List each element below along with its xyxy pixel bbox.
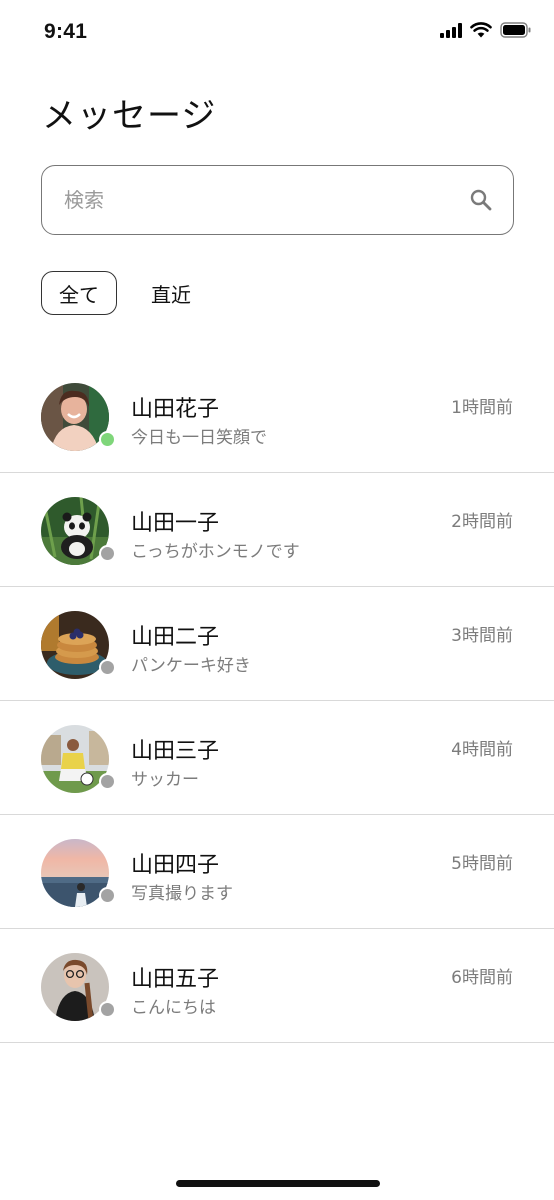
status-icons: [440, 22, 532, 38]
offline-status-dot: [99, 659, 116, 676]
tab-recent[interactable]: 直近: [134, 271, 208, 315]
contact-name: 山田二子: [131, 625, 220, 650]
online-status-dot: [99, 431, 116, 448]
avatar-container: [41, 611, 116, 679]
tab-all[interactable]: 全て: [41, 271, 117, 315]
message-time: 5時間前: [451, 854, 513, 874]
message-time: 4時間前: [451, 740, 513, 760]
avatar-container: [41, 953, 116, 1021]
search-box[interactable]: [41, 165, 514, 235]
contact-name: 山田三子: [131, 739, 220, 764]
message-row[interactable]: 山田一子 こっちがホンモノです 2時間前: [0, 473, 554, 587]
offline-status-dot: [99, 1001, 116, 1018]
message-row[interactable]: 山田五子 こんにちは 6時間前: [0, 929, 554, 1043]
message-list: 山田花子 今日も一日笑顔で 1時間前 山田一子 こっちがホンモノです 2時間前 …: [0, 359, 554, 1043]
avatar-container: [41, 383, 116, 451]
message-preview: 写真撮ります: [131, 884, 233, 904]
battery-icon: [500, 22, 531, 38]
message-time: 6時間前: [451, 968, 513, 988]
message-preview: パンケーキ好き: [131, 656, 251, 676]
message-time: 3時間前: [451, 626, 513, 646]
contact-name: 山田一子: [131, 511, 220, 536]
message-row[interactable]: 山田二子 パンケーキ好き 3時間前: [0, 587, 554, 701]
cellular-signal-icon: [440, 22, 462, 38]
filter-tabs: 全て 直近: [41, 271, 208, 315]
message-row[interactable]: 山田花子 今日も一日笑顔で 1時間前: [0, 359, 554, 473]
home-indicator[interactable]: [176, 1180, 380, 1187]
avatar-container: [41, 725, 116, 793]
contact-name: 山田花子: [131, 397, 220, 422]
avatar-container: [41, 497, 116, 565]
offline-status-dot: [99, 545, 116, 562]
message-preview: 今日も一日笑顔で: [131, 428, 267, 448]
search-icon[interactable]: [469, 188, 493, 212]
message-row[interactable]: 山田四子 写真撮ります 5時間前: [0, 815, 554, 929]
messages-screen: 9:41 メッセージ 全て 直近: [0, 0, 554, 1200]
contact-name: 山田五子: [131, 967, 220, 992]
page-title: メッセージ: [42, 96, 217, 136]
search-input[interactable]: [64, 188, 444, 212]
message-time: 1時間前: [451, 398, 513, 418]
offline-status-dot: [99, 773, 116, 790]
message-time: 2時間前: [451, 512, 513, 532]
wifi-icon: [470, 22, 492, 38]
message-preview: サッカー: [131, 770, 199, 790]
offline-status-dot: [99, 887, 116, 904]
avatar-container: [41, 839, 116, 907]
message-row[interactable]: 山田三子 サッカー 4時間前: [0, 701, 554, 815]
contact-name: 山田四子: [131, 853, 220, 878]
message-preview: こっちがホンモノです: [131, 542, 300, 562]
status-bar: 9:41: [0, 0, 554, 64]
message-preview: こんにちは: [131, 998, 216, 1018]
status-time: 9:41: [44, 20, 88, 43]
